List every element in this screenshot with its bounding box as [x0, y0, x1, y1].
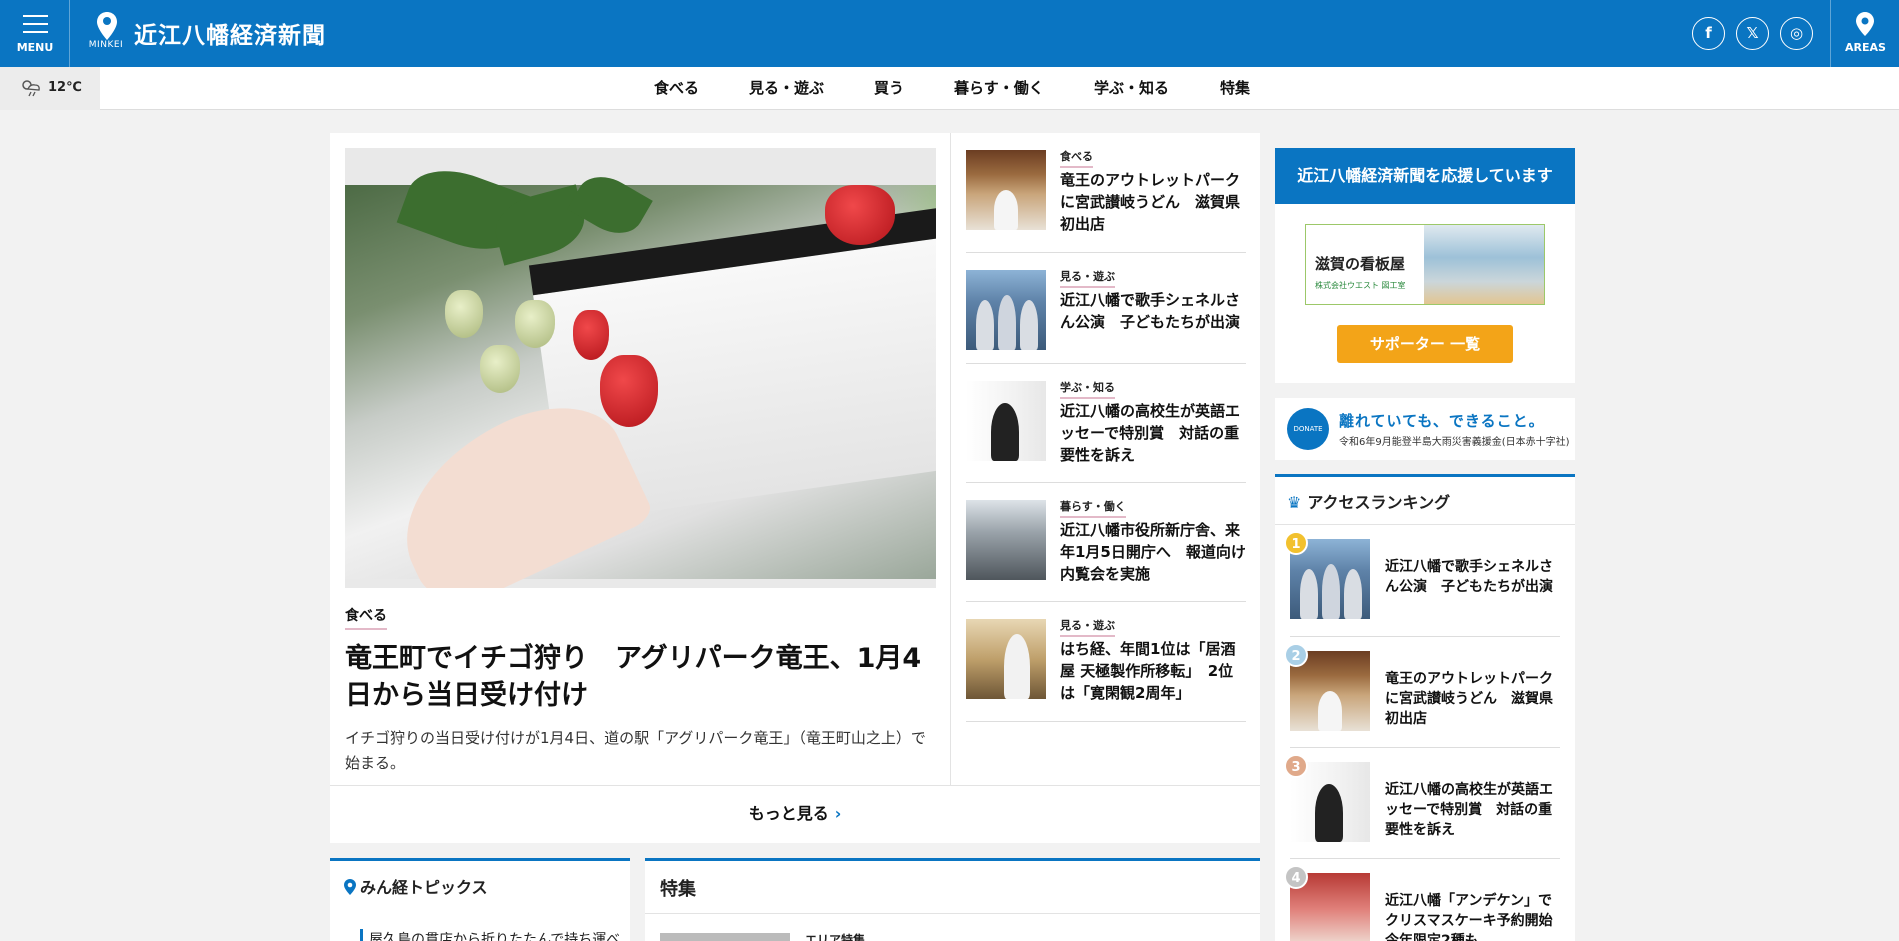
temperature: 12℃	[48, 80, 82, 95]
banner-image	[1424, 225, 1544, 304]
tokushu-heading: 特集	[660, 879, 696, 900]
areas-label: AREAS	[1845, 41, 1886, 54]
supporter-list-button[interactable]: サポーター 一覧	[1337, 325, 1513, 363]
more-label: もっと見る	[748, 804, 829, 823]
article-thumbnail[interactable]	[966, 619, 1046, 699]
side-article-list: 食べる 竜王のアウトレットパークに宮武讃岐うどん 滋賀県初出店 見る・遊ぶ 近江…	[950, 133, 1260, 785]
areas-button[interactable]: AREAS	[1830, 0, 1899, 67]
feature-description: イチゴ狩りの当日受け付けが1月4日、道の駅「アグリパーク竜王」（竜王町山之上）で…	[345, 729, 926, 772]
nav-manabu-shiru[interactable]: 学ぶ・知る	[1094, 77, 1169, 98]
location-pin-icon	[1856, 12, 1874, 36]
article-title[interactable]: 近江八幡の高校生が英語エッセーで特別賞 対話の重要性を訴え	[1060, 400, 1246, 466]
banner-title: 滋賀の看板屋	[1315, 255, 1406, 273]
strawberry-photo	[345, 156, 936, 588]
donate-hand-icon: DONATE	[1287, 408, 1329, 450]
article-thumbnail[interactable]	[966, 500, 1046, 580]
minkei-topics: みん経トピックス 屋久島の貫店から折りたたんで持ち運べ	[330, 858, 630, 941]
tokushu-thumbnail[interactable]	[660, 933, 790, 941]
site-header: MENU MINKEI 近江八幡経済新聞 f 𝕏 ◎ AREAS	[0, 0, 1899, 67]
chevron-right-icon: ›	[834, 804, 842, 823]
nav-kurasu-hataraku[interactable]: 暮らす・働く	[954, 77, 1044, 98]
list-item[interactable]: 暮らす・働く 近江八幡市役所新庁舎、来年1月5日開庁へ 報道向け内覧会を実施	[966, 483, 1246, 602]
article-title[interactable]: 近江八幡で歌手シェネルさん公演 子どもたちが出演	[1060, 289, 1246, 333]
logo-text: MINKEI	[88, 40, 124, 50]
ranking-title[interactable]: 竜王のアウトレットパークに宮武讃岐うどん 滋賀県初出店	[1385, 669, 1560, 729]
tokushu-tag[interactable]: エリア特集	[805, 931, 865, 941]
supporter-heading: 近江八幡経済新聞を応援しています	[1275, 148, 1575, 204]
article-category[interactable]: 見る・遊ぶ	[1060, 617, 1115, 637]
rank-badge: 3	[1284, 754, 1308, 778]
ranking-item[interactable]: 2 竜王のアウトレットパークに宮武讃岐うどん 滋賀県初出店	[1284, 637, 1560, 748]
sponsor-banner[interactable]: 滋賀の看板屋 株式会社ウエスト 図工室	[1305, 224, 1545, 305]
feature-image[interactable]	[345, 148, 936, 588]
topic-item[interactable]: 屋久島の貫店から折りたたんで持ち運べ	[360, 929, 620, 941]
supporter-box: 近江八幡経済新聞を応援しています 滋賀の看板屋 株式会社ウエスト 図工室 サポー…	[1275, 148, 1575, 383]
nav-taberu[interactable]: 食べる	[654, 77, 699, 98]
ranking-item[interactable]: 3 近江八幡の高校生が英語エッセーで特別賞 対話の重要性を訴え	[1284, 748, 1560, 859]
ranking-title[interactable]: 近江八幡「アンデケン」でクリスマスケーキ予約開始 今年限定2種も	[1385, 891, 1567, 941]
topics-heading: みん経トピックス	[344, 874, 488, 898]
banner-sub: 株式会社ウエスト 図工室	[1315, 281, 1406, 290]
tokushu-section: 特集 エリア特集	[645, 858, 1260, 941]
category-nav: 12℃ 食べる 見る・遊ぶ 買う 暮らす・働く 学ぶ・知る 特集	[0, 67, 1899, 110]
logo-pin-icon	[97, 12, 117, 40]
article-title[interactable]: 竜王のアウトレットパークに宮武讃岐うどん 滋賀県初出店	[1060, 169, 1246, 235]
site-title[interactable]: 近江八幡経済新聞	[134, 16, 326, 50]
facebook-icon[interactable]: f	[1692, 17, 1725, 50]
ranking-title[interactable]: 近江八幡の高校生が英語エッセーで特別賞 対話の重要性を訴え	[1385, 780, 1560, 840]
nav-miru-asobu[interactable]: 見る・遊ぶ	[749, 77, 824, 98]
article-thumbnail[interactable]	[966, 381, 1046, 461]
list-item[interactable]: 学ぶ・知る 近江八幡の高校生が英語エッセーで特別賞 対話の重要性を訴え	[966, 364, 1246, 483]
sun-rain-icon	[22, 80, 40, 97]
list-item[interactable]: 食べる 竜王のアウトレットパークに宮武讃岐うどん 滋賀県初出店	[966, 133, 1246, 253]
nav-kau[interactable]: 買う	[874, 77, 904, 98]
article-thumbnail[interactable]	[966, 150, 1046, 230]
ranking-item[interactable]: 4 近江八幡「アンデケン」でクリスマスケーキ予約開始 今年限定2種も	[1284, 859, 1567, 941]
donate-sub-text: 令和6年9月能登半島大雨災害義援金(日本赤十字社)	[1339, 437, 1570, 448]
rank-badge: 1	[1284, 531, 1308, 555]
rank-badge: 4	[1284, 865, 1308, 889]
minkei-logo[interactable]: MINKEI	[86, 10, 126, 54]
ranking-item[interactable]: 1 近江八幡で歌手シェネルさん公演 子どもたちが出演	[1284, 525, 1560, 637]
article-title[interactable]: はち経、年間1位は「居酒屋 天極製作所移転」 2位は「寛閑観2周年」	[1060, 638, 1246, 704]
donate-main-text: 離れていても、できること。	[1339, 412, 1545, 430]
rank-badge: 2	[1284, 643, 1308, 667]
article-category[interactable]: 学ぶ・知る	[1060, 379, 1115, 399]
crown-icon: ♛	[1287, 493, 1302, 512]
location-pin-icon	[344, 879, 356, 895]
instagram-icon[interactable]: ◎	[1780, 17, 1813, 50]
article-category[interactable]: 食べる	[1060, 148, 1093, 168]
top-news-section: 食べる 竜王町でイチゴ狩り アグリパーク竜王、1月4日から当日受け付け イチゴ狩…	[330, 133, 1260, 843]
access-ranking: ♛ アクセスランキング 1 近江八幡で歌手シェネルさん公演 子どもたちが出演 2 …	[1275, 474, 1575, 941]
list-item[interactable]: 見る・遊ぶ 近江八幡で歌手シェネルさん公演 子どもたちが出演	[966, 253, 1246, 364]
list-item[interactable]: 見る・遊ぶ はち経、年間1位は「居酒屋 天極製作所移転」 2位は「寛閑観2周年」	[966, 602, 1246, 722]
x-icon[interactable]: 𝕏	[1736, 17, 1769, 50]
more-link[interactable]: もっと見る ›	[330, 785, 1260, 843]
weather-widget[interactable]: 12℃	[0, 67, 100, 110]
feature-title[interactable]: 竜王町でイチゴ狩り アグリパーク竜王、1月4日から当日受け付け	[345, 640, 936, 714]
ranking-title[interactable]: 近江八幡で歌手シェネルさん公演 子どもたちが出演	[1385, 557, 1560, 597]
menu-label: MENU	[16, 41, 54, 54]
donate-banner[interactable]: DONATE 離れていても、できること。 令和6年9月能登半島大雨災害義援金(日…	[1275, 398, 1575, 460]
feature-category[interactable]: 食べる	[345, 605, 387, 630]
hamburger-icon	[23, 15, 48, 33]
article-thumbnail[interactable]	[966, 270, 1046, 350]
nav-tokushu[interactable]: 特集	[1220, 77, 1250, 98]
article-title[interactable]: 近江八幡市役所新庁舎、来年1月5日開庁へ 報道向け内覧会を実施	[1060, 519, 1246, 585]
feature-article[interactable]: 食べる 竜王町でイチゴ狩り アグリパーク竜王、1月4日から当日受け付け イチゴ狩…	[345, 148, 936, 776]
menu-button[interactable]: MENU	[0, 0, 70, 67]
ranking-heading: ♛ アクセスランキング	[1287, 493, 1451, 512]
article-category[interactable]: 暮らす・働く	[1060, 498, 1126, 518]
article-category[interactable]: 見る・遊ぶ	[1060, 268, 1115, 288]
